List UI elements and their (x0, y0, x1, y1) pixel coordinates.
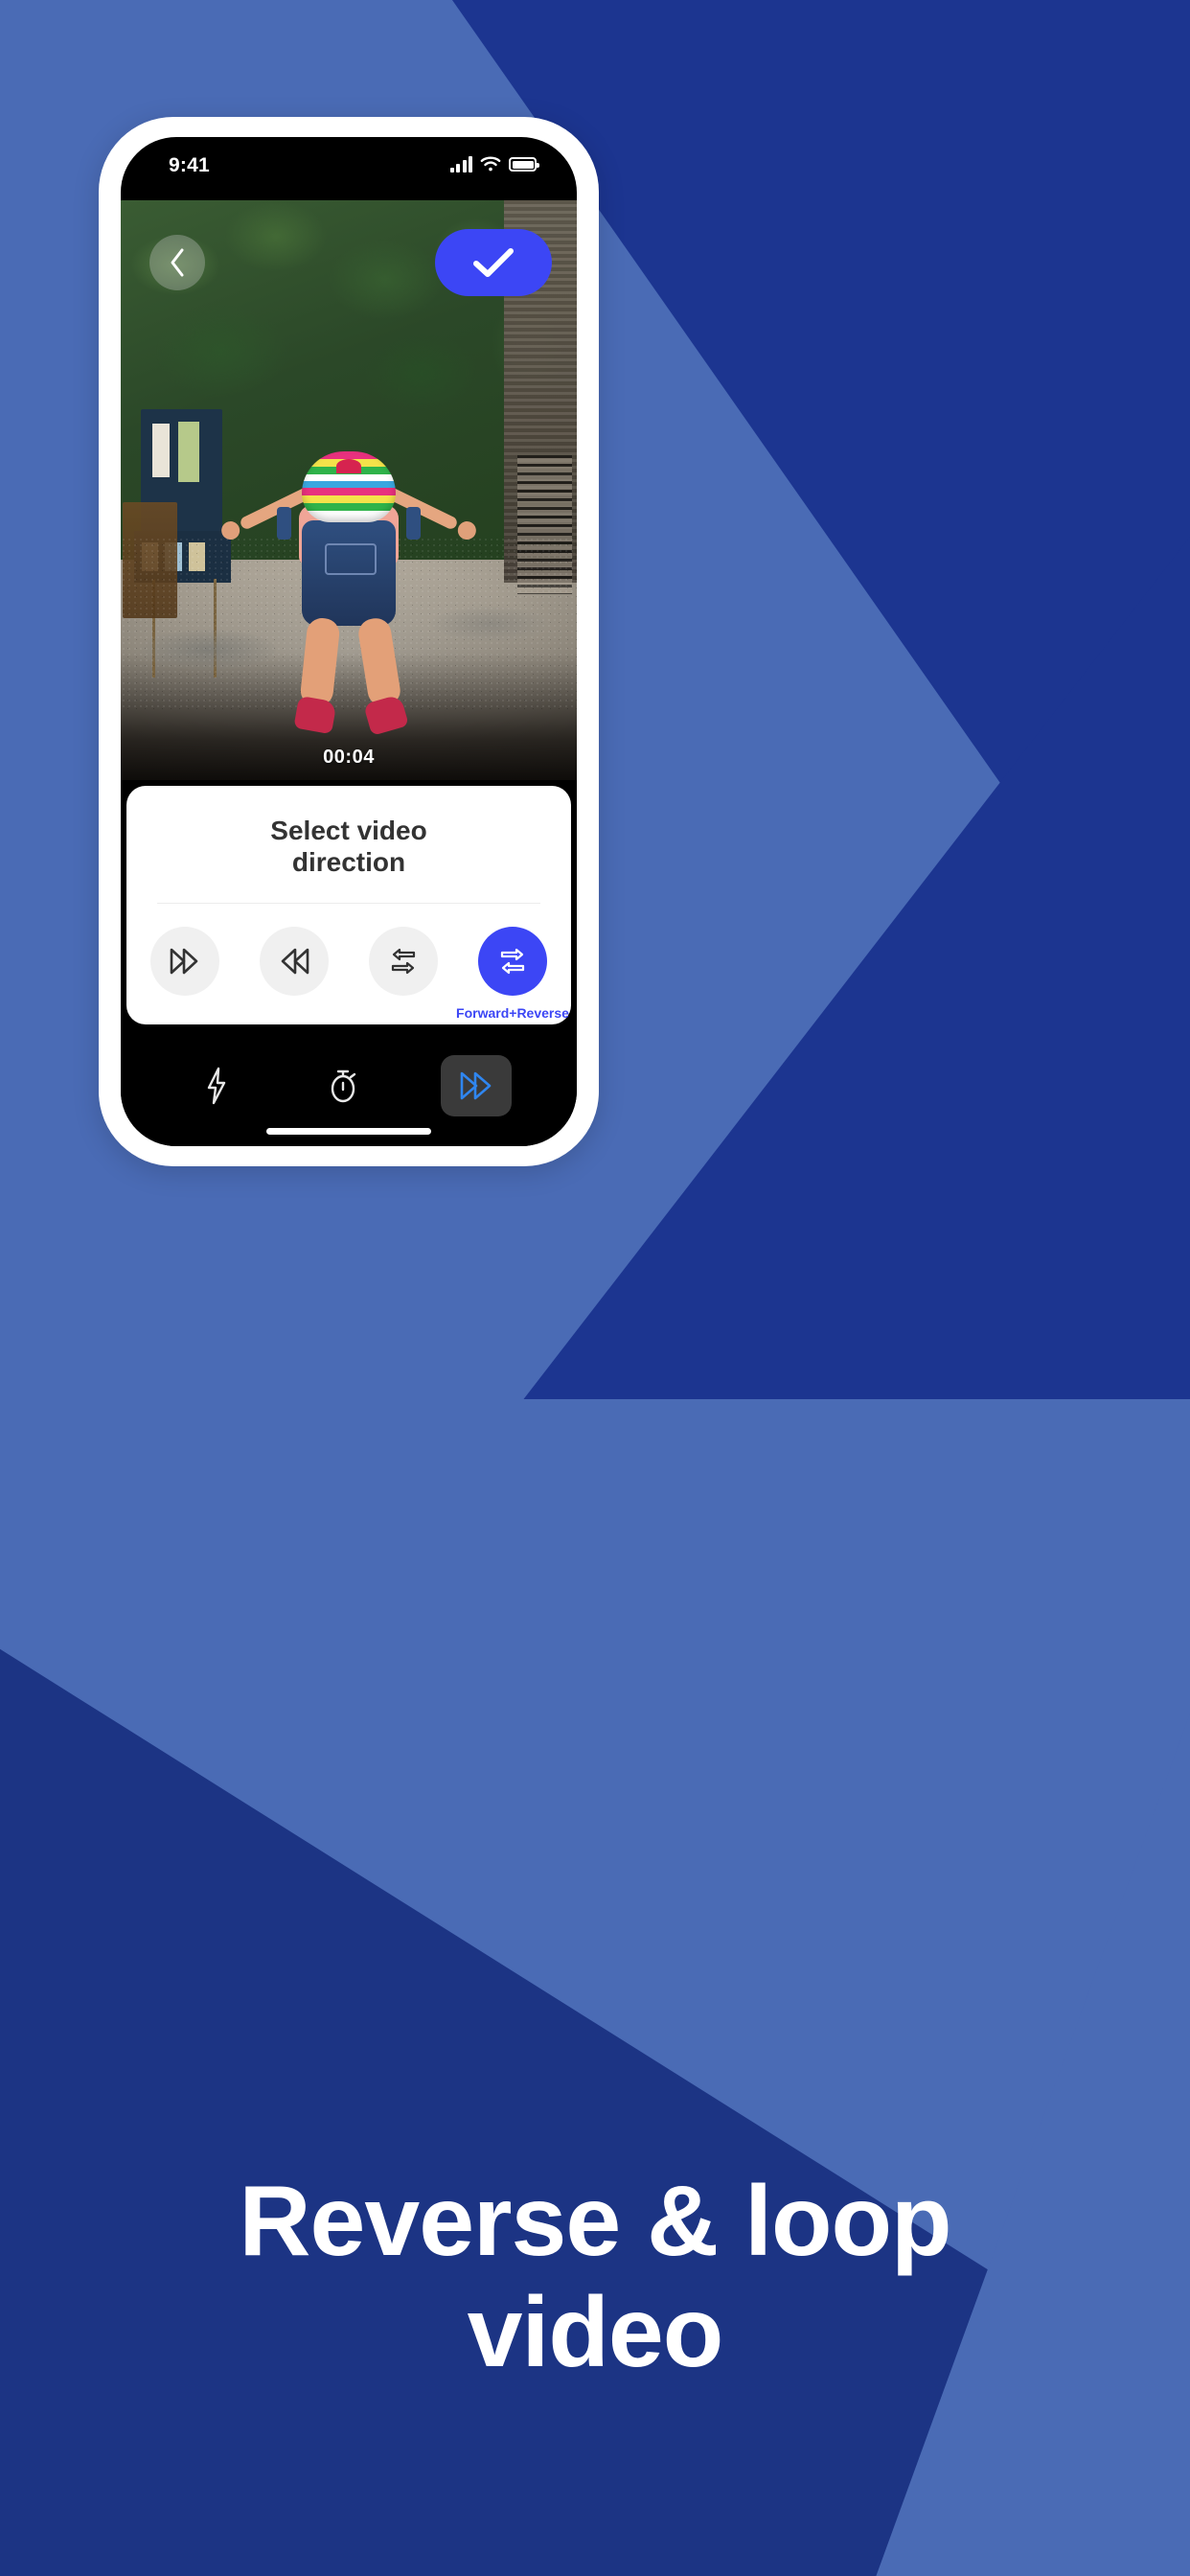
swap-arrows-left-top-icon (391, 948, 416, 975)
confirm-button[interactable] (435, 229, 552, 296)
swap-arrows-right-top-icon (500, 948, 525, 975)
chevron-left-icon (171, 248, 184, 277)
timer-button[interactable] (313, 1055, 375, 1116)
sheet-title-line1: Select video (270, 816, 427, 845)
option-reverse-forward[interactable] (364, 927, 443, 997)
promo-headline: Reverse & loop video (0, 2166, 1190, 2389)
cellular-signal-icon (449, 156, 472, 172)
option-forward[interactable] (146, 927, 224, 997)
video-timestamp: 00:04 (323, 747, 375, 768)
status-icons (449, 156, 539, 172)
notch (240, 137, 458, 172)
status-bar: 9:41 (121, 137, 577, 200)
promo-screenshot: 00:04 Select video direction Forward+Rev… (0, 0, 1190, 2576)
headline-line1: Reverse & loop (239, 2166, 951, 2277)
option-reverse-forward-circle[interactable] (369, 927, 438, 997)
headline-line2: video (467, 2277, 724, 2389)
flash-button[interactable] (186, 1055, 247, 1116)
video-preview[interactable]: 00:04 (121, 200, 577, 780)
child-left-sandal (293, 696, 337, 735)
sheet-divider (157, 903, 540, 905)
option-forward-reverse-circle[interactable] (478, 927, 547, 997)
option-reverse-circle[interactable] (260, 927, 329, 997)
fast-forward-icon (460, 1071, 491, 1099)
jumping-child (217, 451, 480, 768)
checkmark-icon (473, 248, 514, 277)
phone-mockup: 00:04 Select video direction Forward+Rev… (99, 117, 599, 1166)
back-button[interactable] (149, 235, 205, 290)
wifi-icon (480, 156, 501, 172)
option-forward-reverse[interactable]: Forward+Reverse (456, 927, 569, 1021)
hat-top-knob (336, 459, 361, 474)
overall-strap-right (406, 507, 421, 540)
double-chevron-left-icon (281, 948, 309, 975)
child-overalls (302, 520, 396, 627)
sheet-title-line2: direction (291, 847, 406, 878)
direction-sheet: Select video direction Forward+Reverse (126, 786, 571, 1024)
option-forward-reverse-label: Forward+Reverse (456, 1005, 569, 1022)
speed-button[interactable] (440, 1054, 512, 1116)
lightning-bolt-icon (208, 1067, 226, 1104)
home-indicator (266, 1128, 431, 1135)
battery-icon (509, 157, 539, 172)
option-forward-circle[interactable] (150, 927, 219, 997)
status-time: 9:41 (169, 154, 210, 176)
stopwatch-icon (331, 1070, 356, 1102)
child-left-leg (299, 616, 341, 708)
sheet-title: Select video direction (126, 815, 571, 878)
overall-strap-left (277, 507, 291, 540)
phone-screen: 00:04 Select video direction Forward+Rev… (121, 137, 577, 1146)
option-reverse[interactable] (255, 927, 333, 997)
double-chevron-right-icon (170, 948, 198, 975)
direction-options: Forward+Reverse (126, 927, 571, 1021)
child-right-leg (356, 616, 402, 709)
